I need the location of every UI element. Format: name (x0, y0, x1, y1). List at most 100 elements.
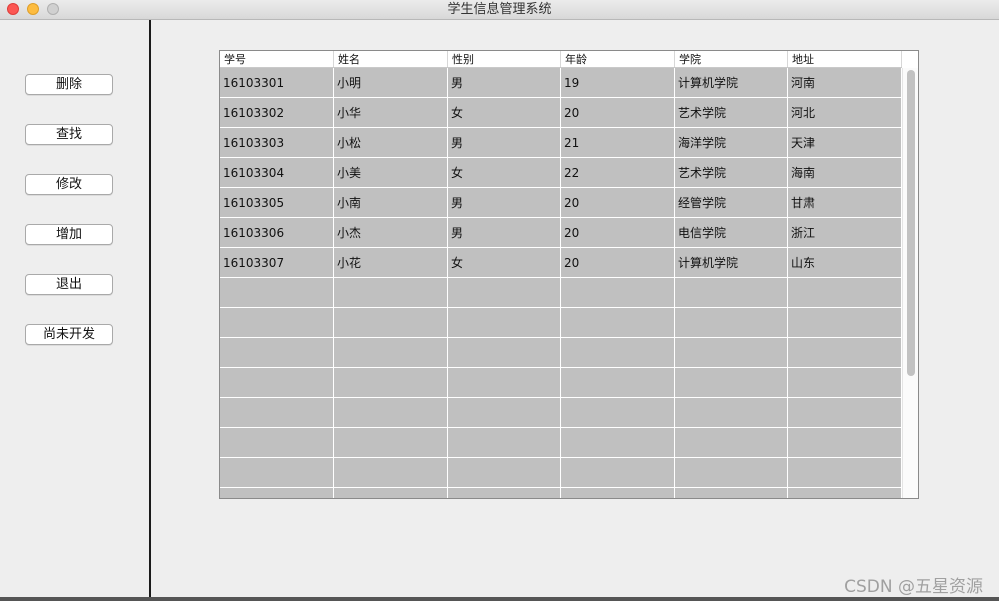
table-row[interactable] (220, 278, 902, 308)
student-id-cell[interactable] (220, 368, 334, 397)
gender-cell[interactable] (448, 278, 561, 307)
student-id-cell[interactable] (220, 398, 334, 427)
name-cell[interactable]: 小杰 (334, 218, 448, 247)
student-id-cell[interactable]: 16103307 (220, 248, 334, 277)
name-cell[interactable] (334, 398, 448, 427)
college-cell[interactable]: 海洋学院 (675, 128, 788, 157)
table-row[interactable]: 16103302 小华女 20 艺术学院 河北 (220, 98, 902, 128)
student-id-cell[interactable] (220, 338, 334, 367)
vertical-scrollbar[interactable] (902, 68, 918, 498)
column-header-name[interactable]: 姓名 (334, 51, 448, 67)
name-cell[interactable] (334, 338, 448, 367)
age-cell[interactable]: 20 (561, 188, 675, 217)
column-header-gender[interactable]: 性别 (448, 51, 561, 67)
table-row[interactable]: 16103307 小花女 20 计算机学院 山东 (220, 248, 902, 278)
college-cell[interactable]: 艺术学院 (675, 98, 788, 127)
age-cell[interactable] (561, 428, 675, 457)
student-id-cell[interactable] (220, 308, 334, 337)
gender-cell[interactable]: 男 (448, 68, 561, 97)
college-cell[interactable]: 计算机学院 (675, 68, 788, 97)
student-id-cell[interactable]: 16103301 (220, 68, 334, 97)
age-cell[interactable]: 19 (561, 68, 675, 97)
age-cell[interactable] (561, 398, 675, 427)
age-cell[interactable] (561, 278, 675, 307)
gender-cell[interactable]: 女 (448, 98, 561, 127)
search-button[interactable]: 查找 (25, 124, 113, 145)
table-row[interactable] (220, 308, 902, 338)
name-cell[interactable] (334, 368, 448, 397)
address-cell[interactable]: 河南 (788, 68, 902, 97)
student-id-cell[interactable] (220, 458, 334, 487)
exit-button[interactable]: 退出 (25, 274, 113, 295)
student-id-cell[interactable]: 16103305 (220, 188, 334, 217)
age-cell[interactable] (561, 488, 675, 498)
college-cell[interactable] (675, 308, 788, 337)
delete-button[interactable]: 删除 (25, 74, 113, 95)
table-row[interactable] (220, 428, 902, 458)
college-cell[interactable] (675, 338, 788, 367)
address-cell[interactable] (788, 458, 902, 487)
name-cell[interactable]: 小花 (334, 248, 448, 277)
column-header-college[interactable]: 学院 (675, 51, 788, 67)
address-cell[interactable]: 甘肃 (788, 188, 902, 217)
address-cell[interactable] (788, 338, 902, 367)
column-header-address[interactable]: 地址 (788, 51, 902, 67)
college-cell[interactable] (675, 488, 788, 498)
gender-cell[interactable]: 女 (448, 248, 561, 277)
address-cell[interactable]: 天津 (788, 128, 902, 157)
address-cell[interactable]: 山东 (788, 248, 902, 277)
student-id-cell[interactable]: 16103306 (220, 218, 334, 247)
student-id-cell[interactable]: 16103303 (220, 128, 334, 157)
age-cell[interactable] (561, 308, 675, 337)
modify-button[interactable]: 修改 (25, 174, 113, 195)
name-cell[interactable]: 小松 (334, 128, 448, 157)
address-cell[interactable] (788, 308, 902, 337)
table-row[interactable]: 16103301 小明男 19 计算机学院 河南 (220, 68, 902, 98)
student-id-cell[interactable] (220, 488, 334, 498)
column-header-age[interactable]: 年龄 (561, 51, 675, 67)
gender-cell[interactable] (448, 308, 561, 337)
gender-cell[interactable] (448, 398, 561, 427)
gender-cell[interactable]: 女 (448, 158, 561, 187)
college-cell[interactable] (675, 428, 788, 457)
college-cell[interactable]: 电信学院 (675, 218, 788, 247)
table-row[interactable] (220, 368, 902, 398)
college-cell[interactable] (675, 278, 788, 307)
address-cell[interactable] (788, 368, 902, 397)
gender-cell[interactable]: 男 (448, 128, 561, 157)
table-row[interactable] (220, 338, 902, 368)
gender-cell[interactable] (448, 428, 561, 457)
name-cell[interactable] (334, 308, 448, 337)
college-cell[interactable]: 计算机学院 (675, 248, 788, 277)
table-row[interactable] (220, 458, 902, 488)
gender-cell[interactable] (448, 338, 561, 367)
address-cell[interactable] (788, 278, 902, 307)
gender-cell[interactable]: 男 (448, 218, 561, 247)
age-cell[interactable]: 21 (561, 128, 675, 157)
college-cell[interactable] (675, 368, 788, 397)
name-cell[interactable]: 小明 (334, 68, 448, 97)
age-cell[interactable] (561, 338, 675, 367)
student-id-cell[interactable] (220, 428, 334, 457)
address-cell[interactable] (788, 488, 902, 498)
name-cell[interactable] (334, 278, 448, 307)
gender-cell[interactable] (448, 488, 561, 498)
college-cell[interactable] (675, 398, 788, 427)
college-cell[interactable]: 艺术学院 (675, 158, 788, 187)
name-cell[interactable] (334, 428, 448, 457)
title-bar[interactable]: 学生信息管理系统 (0, 0, 999, 20)
college-cell[interactable]: 经管学院 (675, 188, 788, 217)
gender-cell[interactable] (448, 458, 561, 487)
address-cell[interactable] (788, 398, 902, 427)
address-cell[interactable] (788, 428, 902, 457)
table-row[interactable]: 16103306 小杰男 20 电信学院 浙江 (220, 218, 902, 248)
name-cell[interactable]: 小美 (334, 158, 448, 187)
age-cell[interactable]: 22 (561, 158, 675, 187)
age-cell[interactable]: 20 (561, 98, 675, 127)
name-cell[interactable]: 小南 (334, 188, 448, 217)
table-row[interactable] (220, 488, 902, 498)
college-cell[interactable] (675, 458, 788, 487)
table-row[interactable]: 16103303 小松男 21 海洋学院 天津 (220, 128, 902, 158)
age-cell[interactable] (561, 458, 675, 487)
student-id-cell[interactable] (220, 278, 334, 307)
